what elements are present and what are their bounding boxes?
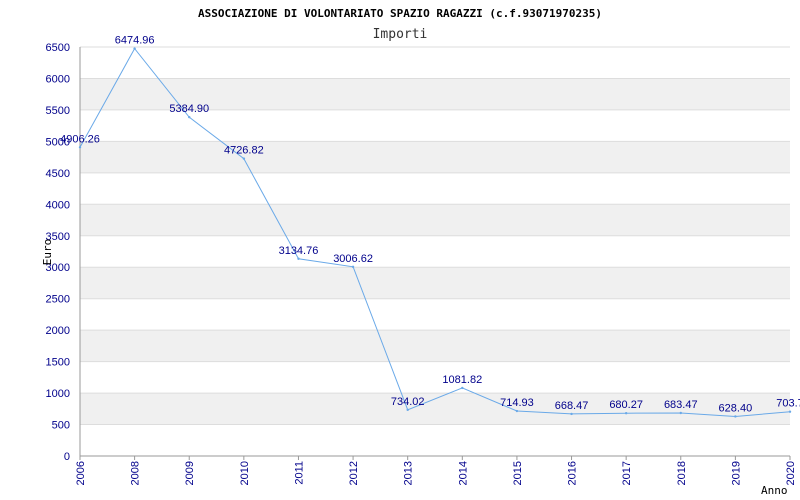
x-axis-label: Anno: [761, 484, 788, 497]
data-point: [351, 265, 355, 269]
data-point: [78, 146, 82, 149]
data-point: [515, 409, 519, 413]
data-label: 1081.82: [442, 374, 482, 386]
data-point: [133, 47, 136, 50]
data-label: 6474.96: [115, 35, 155, 47]
y-tick-label: 5500: [46, 105, 70, 117]
data-label: 714.93: [500, 397, 534, 409]
x-tick-label: 2016: [567, 461, 579, 485]
y-tick-label: 4500: [46, 168, 70, 180]
data-point: [297, 257, 300, 260]
x-tick-label: 2009: [184, 461, 196, 485]
chart-subtitle: Importi: [373, 27, 428, 42]
data-point: [570, 412, 573, 416]
data-point: [734, 415, 737, 418]
data-point: [406, 408, 409, 412]
y-axis-label: Euro: [41, 239, 54, 266]
x-tick-label: 2006: [75, 461, 87, 485]
x-tick-label: 2011: [293, 461, 305, 485]
data-label: 3134.76: [279, 245, 319, 257]
y-tick-label: 2500: [46, 294, 70, 306]
y-tick-label: 6500: [46, 42, 70, 54]
x-tick-label: 2010: [239, 461, 251, 485]
data-label: 628.40: [719, 402, 753, 414]
x-tick-label: 2019: [730, 461, 742, 485]
grid-band: [80, 267, 790, 299]
x-tick-label: 2013: [403, 461, 415, 485]
x-tick-label: 2008: [130, 461, 142, 485]
y-tick-label: 6000: [46, 73, 70, 85]
x-tick-label: 2015: [512, 461, 524, 485]
data-label: 5384.90: [169, 103, 209, 115]
y-tick-label: 0: [64, 451, 70, 463]
data-point: [188, 115, 191, 119]
data-label: 680.27: [609, 399, 643, 411]
data-point: [624, 411, 628, 415]
data-label: 734.02: [391, 396, 425, 408]
y-tick-label: 4000: [46, 199, 70, 211]
y-tick-label: 1500: [46, 357, 70, 369]
background-bands: [80, 78, 790, 425]
data-point: [679, 411, 682, 415]
grid-band: [80, 141, 790, 173]
data-label: 4726.82: [224, 145, 264, 157]
x-tick-label: 2012: [348, 461, 360, 485]
data-label: 3006.62: [333, 253, 373, 265]
data-label: 668.47: [555, 400, 589, 412]
data-label: 683.47: [664, 399, 698, 411]
y-tick-label: 2000: [46, 325, 70, 337]
y-tick-label: 1000: [46, 388, 70, 400]
x-tick-label: 2020: [785, 461, 797, 485]
data-point: [788, 410, 792, 413]
chart: ASSOCIAZIONE DI VOLONTARIATO SPAZIO RAGA…: [41, 7, 800, 497]
x-tick-label: 2018: [676, 461, 688, 485]
x-tick-label: 2014: [457, 461, 469, 485]
data-label: 703.7: [776, 398, 800, 410]
grid-band: [80, 204, 790, 236]
x-tick-label: 2017: [621, 461, 633, 485]
y-tick-label: 500: [52, 420, 70, 432]
data-label: 4906.26: [60, 133, 100, 145]
data-point: [242, 157, 246, 160]
x-tick-labels: 2006 2008 2009 2010 2011 2012 2013 2014 2015 2016…: [75, 456, 797, 485]
data-point: [461, 386, 464, 390]
grid-band: [80, 330, 790, 362]
chart-title: ASSOCIAZIONE DI VOLONTARIATO SPAZIO RAGA…: [198, 7, 602, 20]
